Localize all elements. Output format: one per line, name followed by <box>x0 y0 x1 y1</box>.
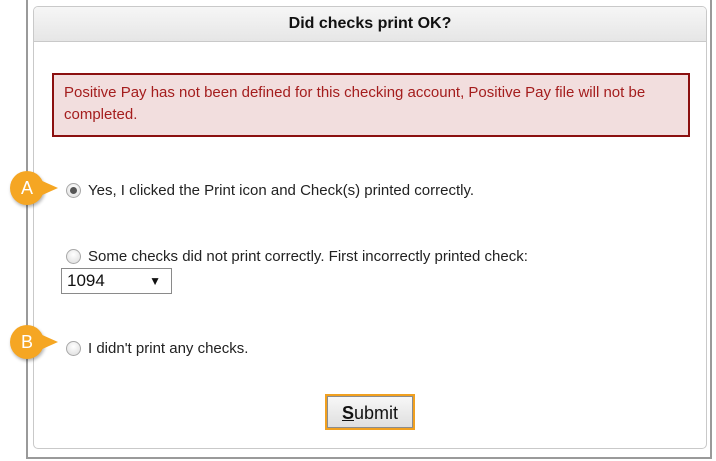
radio-some-failed[interactable] <box>66 249 81 264</box>
option-none-printed-label: I didn't print any checks. <box>88 340 249 357</box>
first-bad-check-value: 1094 <box>67 271 105 290</box>
first-bad-check-select[interactable]: 1094 ▼ <box>61 268 172 294</box>
option-printed-correctly[interactable]: Yes, I clicked the Print icon and Check(… <box>66 182 474 199</box>
dropdown-arrow-icon: ▼ <box>149 274 161 288</box>
submit-button[interactable]: Submit <box>325 394 415 430</box>
submit-label: ubmit <box>354 403 399 423</box>
callout-marker-b: B <box>10 325 58 359</box>
print-confirmation-dialog: Did checks print OK? Positive Pay has no… <box>33 6 707 449</box>
option-printed-correctly-label: Yes, I clicked the Print icon and Check(… <box>88 182 475 199</box>
radio-none-printed[interactable] <box>66 341 81 356</box>
submit-accesskey: S <box>341 403 354 423</box>
option-none-printed[interactable]: I didn't print any checks. <box>66 340 248 357</box>
option-some-failed[interactable]: Some checks did not print correctly. Fir… <box>66 248 528 265</box>
dialog-title: Did checks print OK? <box>34 7 706 42</box>
callout-marker-a: A <box>10 171 58 205</box>
radio-printed-correctly[interactable] <box>66 183 81 198</box>
callout-marker-b-label: B <box>20 331 33 352</box>
option-some-failed-label: Some checks did not print correctly. Fir… <box>88 248 528 265</box>
callout-marker-a-label: A <box>20 177 33 198</box>
positive-pay-alert: Positive Pay has not been defined for th… <box>52 73 690 137</box>
